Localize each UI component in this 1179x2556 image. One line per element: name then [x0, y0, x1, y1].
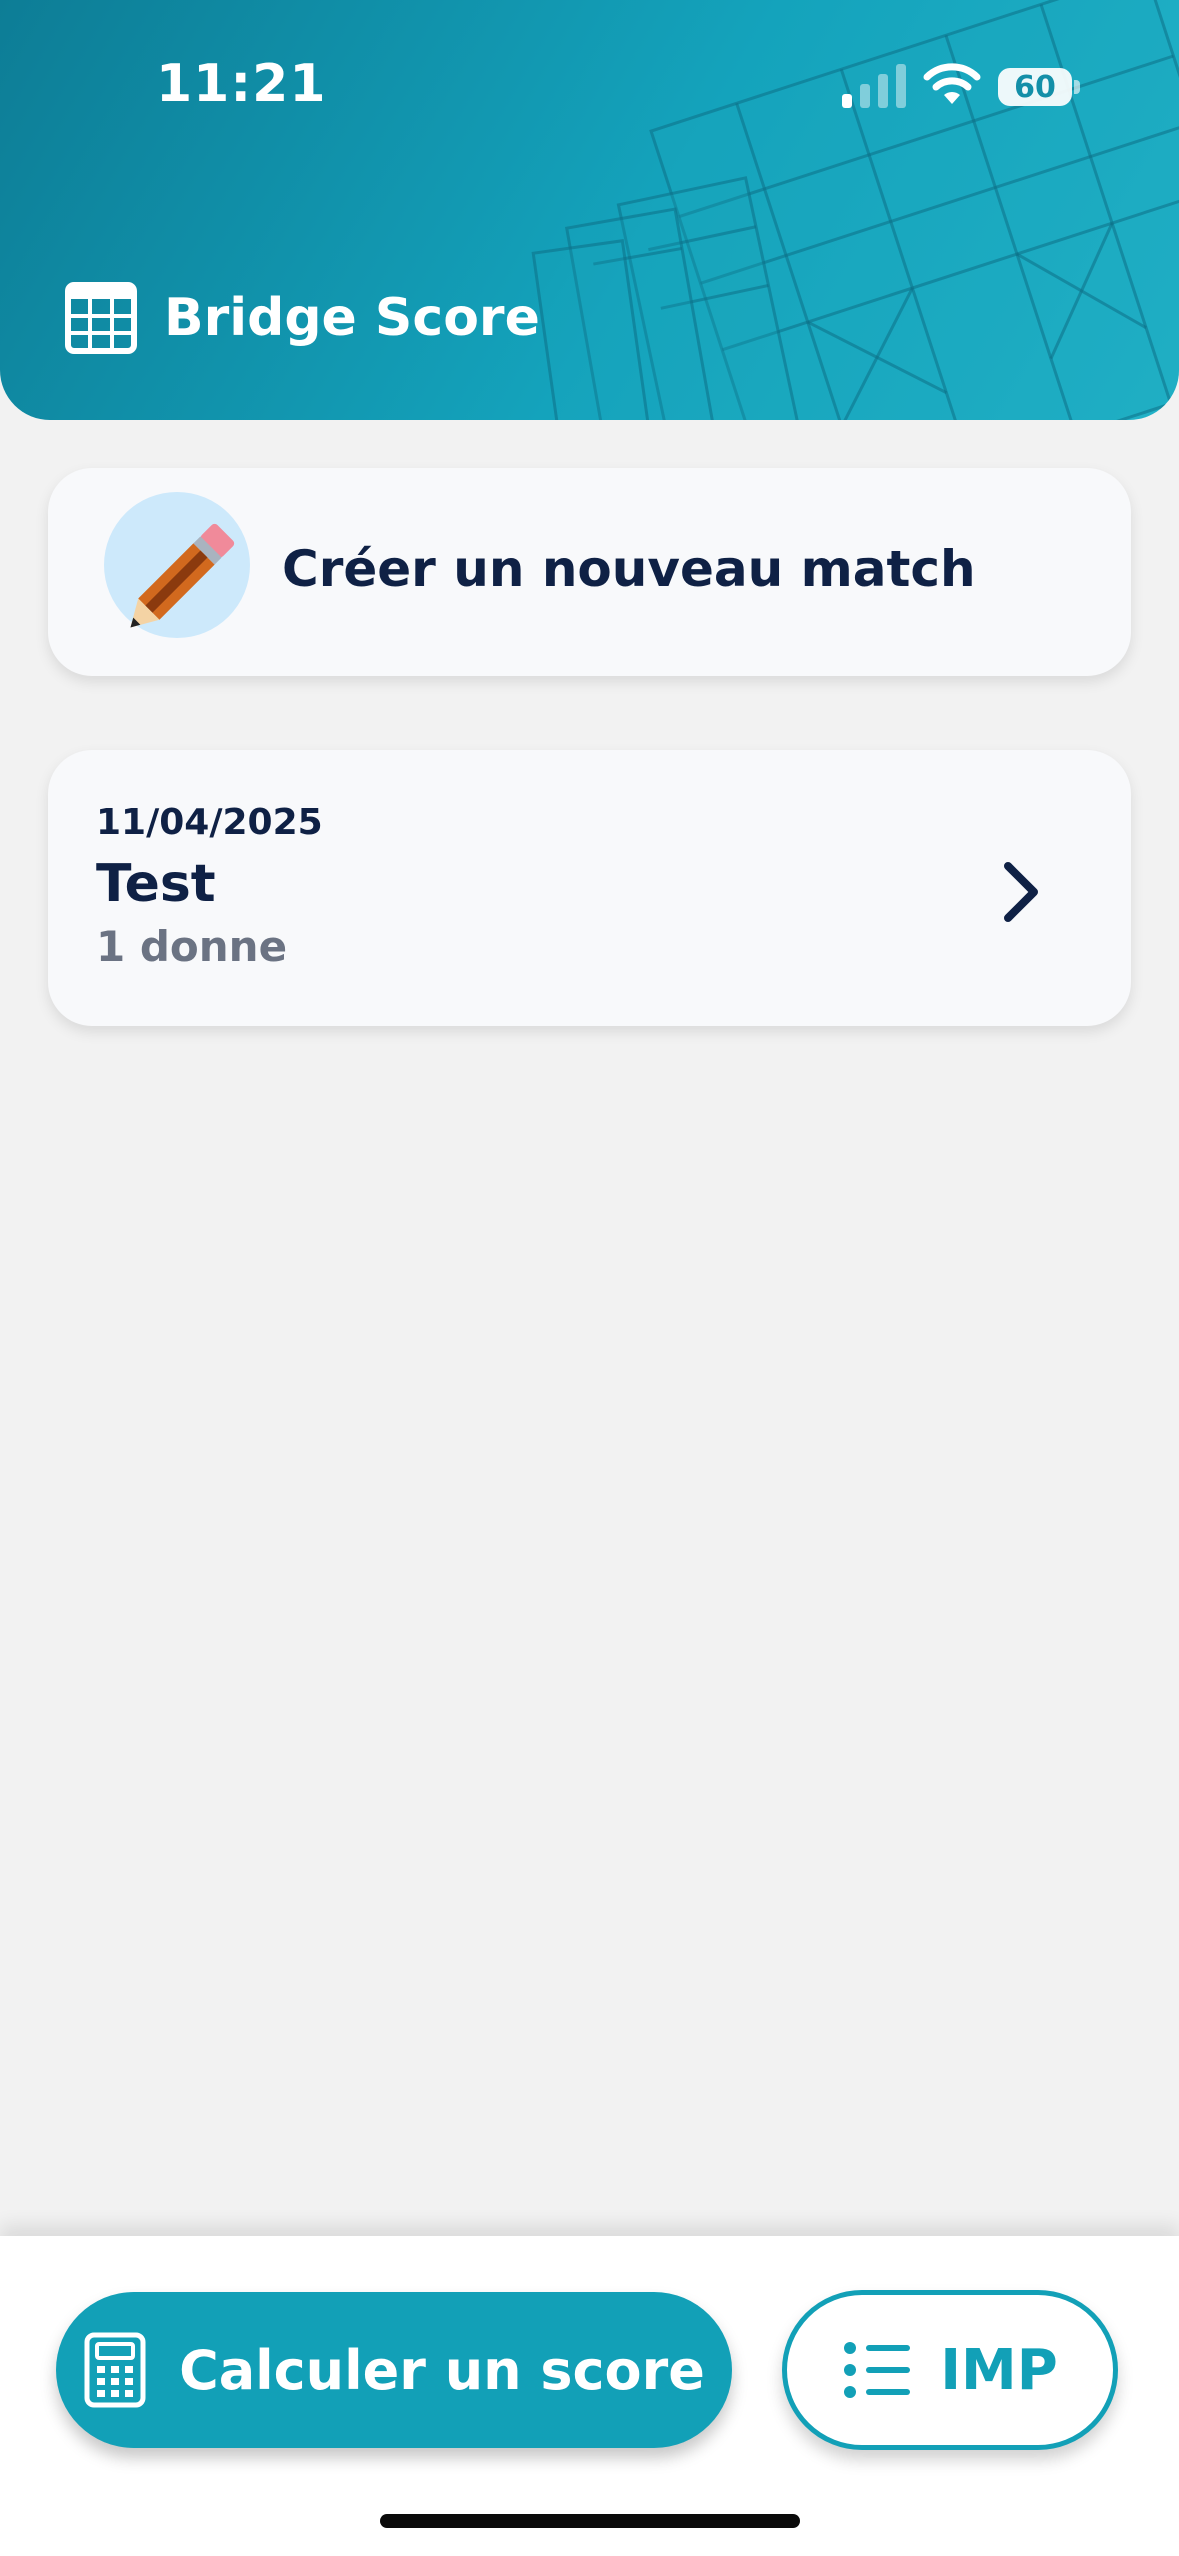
- pencil-icon: [130, 523, 235, 628]
- match-list-item[interactable]: 11/04/2025 Test 1 donne: [48, 750, 1131, 1026]
- create-match-label: Créer un nouveau match: [282, 540, 976, 598]
- app-title: Bridge Score: [164, 288, 540, 348]
- chevron-right-icon: [1004, 862, 1038, 922]
- wifi-icon: [923, 63, 981, 104]
- list-icon: [844, 2342, 911, 2398]
- calculator-icon: [84, 2332, 146, 2408]
- match-name: Test: [96, 854, 216, 914]
- status-icons: 60: [840, 60, 1080, 110]
- battery-indicator: 60: [998, 68, 1072, 106]
- battery-nub: [1074, 80, 1080, 94]
- app-title-row: Bridge Score: [64, 280, 540, 356]
- grid-calendar-icon: [65, 282, 137, 354]
- match-date: 11/04/2025: [96, 802, 323, 843]
- calculate-score-button[interactable]: Calculer un score: [56, 2292, 732, 2448]
- imp-button[interactable]: IMP: [782, 2290, 1118, 2450]
- cellular-signal-icon: [842, 64, 906, 108]
- status-time: 11:21: [156, 54, 327, 114]
- calculate-score-label: Calculer un score: [179, 2338, 705, 2402]
- imp-label: IMP: [940, 2337, 1058, 2403]
- match-deal-count: 1 donne: [96, 922, 288, 971]
- app-header: 11:21 60 Bridge Score: [0, 0, 1179, 420]
- create-match-button[interactable]: Créer un nouveau match: [48, 468, 1131, 676]
- home-indicator[interactable]: [380, 2514, 800, 2528]
